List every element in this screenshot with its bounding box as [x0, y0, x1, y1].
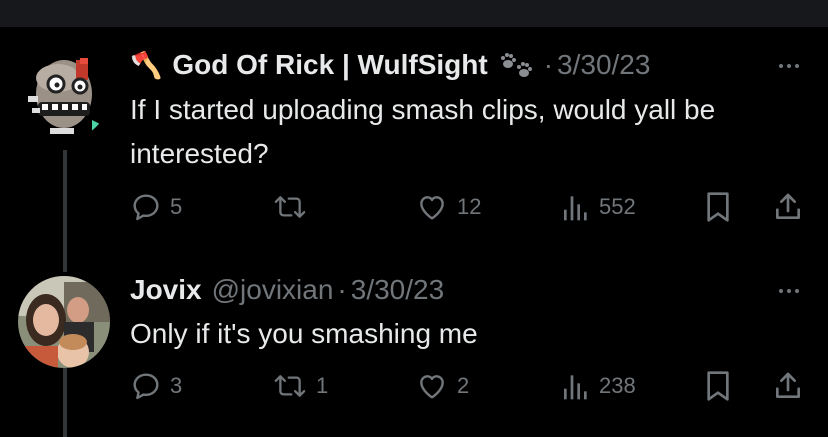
thread-connector [63, 150, 67, 272]
share-icon [776, 193, 800, 219]
views-icon [564, 375, 587, 400]
bookmark-icon [707, 192, 729, 222]
reply-button[interactable]: 5 [130, 189, 182, 225]
author-handle[interactable]: @jovixian [212, 273, 334, 307]
bookmark-button[interactable] [704, 189, 732, 225]
axe-emoji: 🪓 [130, 50, 163, 80]
reply-button[interactable]: 3 [130, 368, 182, 404]
tweet-date[interactable]: 3/30/23 [351, 273, 444, 307]
bookmark-button[interactable] [704, 368, 732, 404]
top-bar [0, 0, 828, 27]
tweet-header: 🪓 God Of Rick | WulfSight · 3/30/23 [130, 48, 650, 82]
avatar[interactable] [18, 276, 110, 368]
author-name[interactable]: Jovix [130, 273, 202, 307]
separator-dot: · [543, 49, 554, 80]
reply-count: 5 [170, 194, 183, 219]
avatar[interactable] [18, 48, 110, 140]
like-button[interactable]: 2 [415, 368, 469, 404]
retweet-icon [274, 375, 306, 397]
tweet-date[interactable]: 3/30/23 [557, 48, 650, 82]
tweet-text: If I started uploading smash clips, woul… [130, 94, 716, 169]
heart-icon [420, 196, 444, 220]
reply-count: 3 [170, 373, 183, 398]
retweet-count: 1 [316, 373, 329, 398]
separator-dot: · [337, 274, 347, 305]
photo-avatar-icon [18, 276, 110, 368]
views-icon [564, 196, 587, 221]
share-button[interactable] [772, 189, 804, 225]
reply-icon [133, 194, 159, 221]
view-count: 238 [599, 373, 636, 398]
more-options-icon[interactable] [779, 289, 799, 293]
retweet-button[interactable]: 1 [272, 368, 328, 404]
pixel-art-avatar-icon [28, 58, 100, 134]
paw-prints-icon [498, 50, 534, 80]
share-icon [776, 372, 800, 398]
reply-icon [133, 373, 159, 400]
tweet-text: Only if it's you smashing me [130, 318, 478, 349]
thread-view: 🪓 God Of Rick | WulfSight · 3/30/23 If I… [0, 0, 828, 437]
more-options-icon[interactable] [779, 64, 799, 68]
view-count: 552 [599, 194, 636, 219]
tweet-header: Jovix @jovixian · 3/30/23 [130, 273, 444, 307]
share-button[interactable] [772, 368, 804, 404]
like-count: 2 [457, 373, 470, 398]
views-button[interactable]: 238 [561, 368, 636, 404]
thread-connector [63, 368, 67, 437]
views-button[interactable]: 552 [561, 189, 636, 225]
retweet-icon [274, 196, 306, 218]
bookmark-icon [707, 371, 729, 401]
like-button[interactable]: 12 [415, 189, 481, 225]
like-count: 12 [457, 194, 482, 219]
heart-icon [420, 375, 444, 399]
author-name[interactable]: God Of Rick | WulfSight [172, 48, 487, 82]
retweet-button[interactable] [272, 189, 316, 225]
